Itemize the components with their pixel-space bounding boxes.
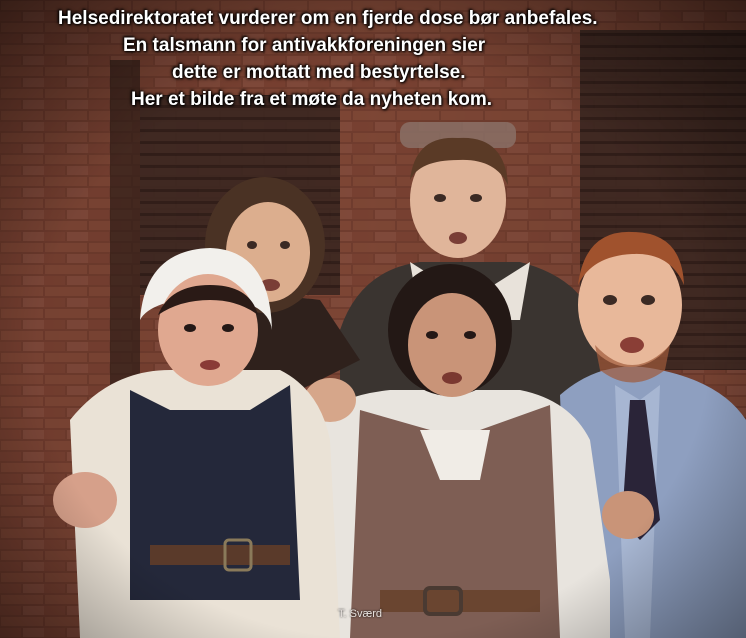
photo-credit: T. Sværd	[338, 608, 383, 620]
caption-line-4: Her et bilde fra et møte da nyheten kom.	[131, 89, 493, 110]
caption-line-2: En talsmann for antivakkforeningen sier	[123, 35, 486, 56]
caption-line-3: dette er mottatt med bestyrtelse.	[172, 62, 466, 83]
caption-line-1: Helsedirektoratet vurderer om en fjerde …	[58, 8, 598, 29]
meme-photo: Helsedirektoratet vurderer om en fjerde …	[0, 0, 746, 638]
